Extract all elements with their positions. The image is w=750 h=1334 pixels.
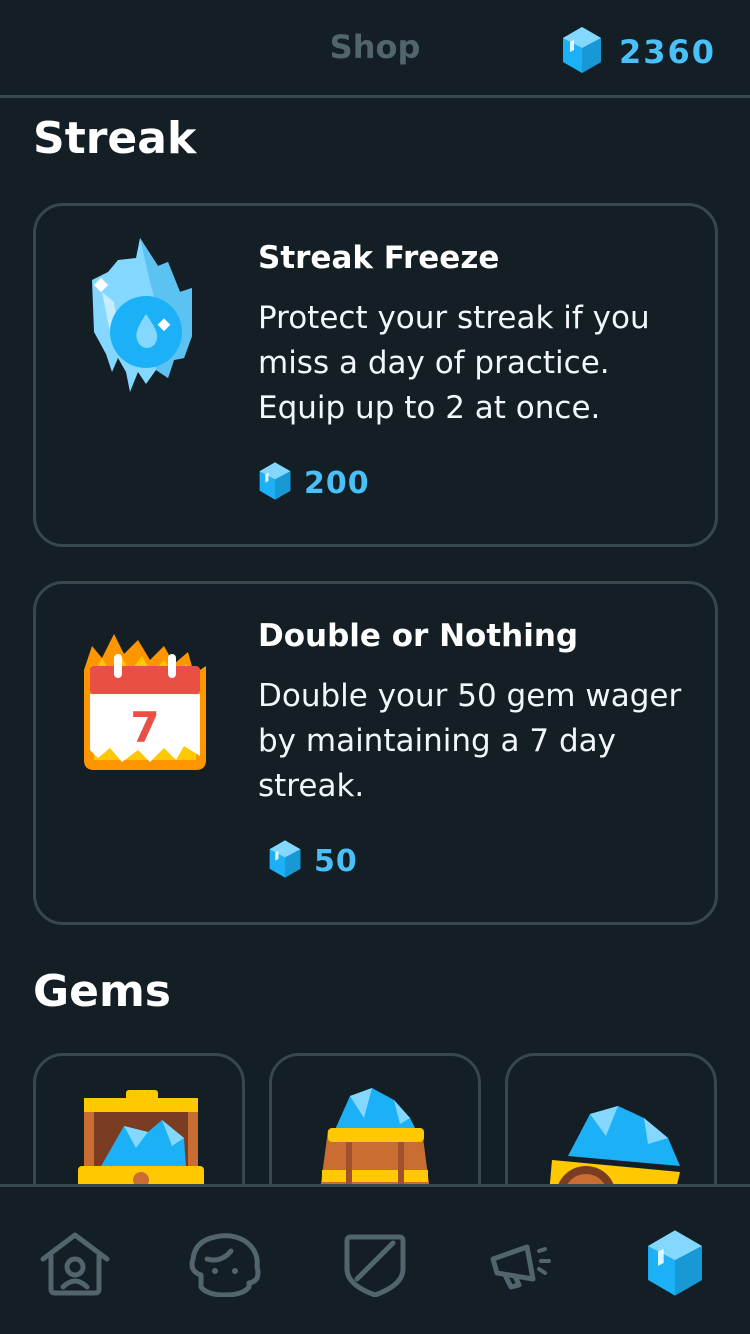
double-or-nothing-card[interactable]: 7 Double or Nothing Double your 50 gem w…	[33, 581, 718, 925]
gem-balance[interactable]: 2360	[561, 26, 716, 78]
double-or-nothing-price: 50	[314, 843, 358, 879]
burning-calendar-icon: 7	[80, 610, 210, 780]
home-icon	[40, 1232, 110, 1296]
tab-profile[interactable]	[185, 1223, 265, 1303]
ice-crystal-icon	[80, 232, 210, 402]
bottom-tab-bar	[0, 1184, 750, 1334]
calendar-day: 7	[130, 703, 159, 752]
treasure-chest-icon	[78, 1090, 204, 1184]
shop-content[interactable]: Streak Streak Freeze Protect your streak…	[0, 101, 750, 1184]
streak-freeze-description: Protect your streak if you miss a day of…	[258, 300, 650, 426]
streak-freeze-card[interactable]: Streak Freeze Protect your streak if you…	[33, 203, 718, 547]
streak-freeze-price: 200	[304, 465, 370, 501]
double-or-nothing-price-button[interactable]: 50	[268, 839, 358, 883]
streak-freeze-title: Streak Freeze	[258, 240, 500, 276]
gems-section-title: Gems	[33, 966, 171, 1017]
megaphone-icon	[490, 1244, 551, 1290]
double-or-nothing-title: Double or Nothing	[258, 618, 579, 654]
streak-freeze-price-button[interactable]: 200	[258, 461, 370, 505]
top-bar: Shop 2360	[0, 0, 750, 98]
tab-home[interactable]	[35, 1223, 115, 1303]
gem-cart-icon	[549, 1106, 680, 1184]
gem-pack-card[interactable]	[33, 1053, 245, 1184]
gem-icon	[258, 461, 292, 505]
gem-barrel-icon	[320, 1088, 430, 1184]
gem-icon	[268, 839, 302, 883]
tab-leagues[interactable]	[335, 1223, 415, 1303]
shield-icon	[344, 1234, 406, 1297]
gem-icon	[648, 1230, 702, 1296]
tab-news[interactable]	[485, 1223, 565, 1303]
streak-section-title: Streak	[33, 113, 197, 164]
gem-count: 2360	[618, 33, 716, 71]
gem-icon	[561, 26, 603, 78]
gem-pack-card[interactable]	[505, 1053, 717, 1184]
profile-icon	[189, 1233, 261, 1297]
gem-pack-card[interactable]	[269, 1053, 481, 1184]
double-or-nothing-description: Double your 50 gem wager by maintaining …	[258, 678, 682, 804]
tab-shop[interactable]	[635, 1223, 715, 1303]
